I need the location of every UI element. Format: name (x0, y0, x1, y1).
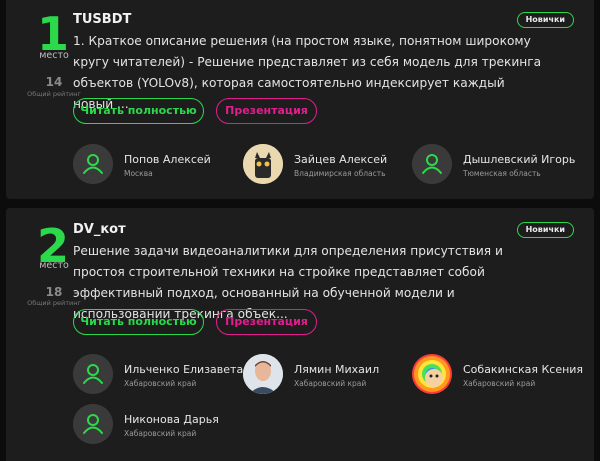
person-photo-avatar (243, 354, 283, 394)
team-name: DV_кот (73, 222, 126, 237)
user-placeholder-icon (73, 354, 113, 394)
member-name: Лямин Михаил (294, 363, 380, 376)
member-name: Попов Алексей (124, 153, 211, 166)
member-region: Владимирская область (294, 169, 386, 178)
read-full-button[interactable]: Читать полностью (73, 309, 204, 335)
solution-card: 2 место 18 Общий рейтинг DV_кот Новички … (6, 208, 594, 461)
member-region: Хабаровский край (124, 379, 197, 388)
member-name: Никонова Дарья (124, 413, 219, 426)
solution-card: 1 место 14 Общий рейтинг TUSBDT Новички … (6, 0, 594, 199)
member-name: Зайцев Алексей (294, 153, 388, 166)
member-region: Тюменская область (463, 169, 541, 178)
read-full-button[interactable]: Читать полностью (73, 98, 204, 124)
team-member[interactable]: Зайцев Алексей Владимирская область (243, 144, 403, 186)
team-member[interactable]: Дышлевский Игорь Тюменская область (412, 144, 582, 186)
user-placeholder-icon (73, 144, 113, 184)
user-placeholder-icon (73, 404, 113, 444)
member-region: Хабаровский край (463, 379, 536, 388)
team-member[interactable]: Никонова Дарья Хабаровский край (73, 404, 243, 446)
member-region: Москва (124, 169, 153, 178)
presentation-button[interactable]: Презентация (216, 309, 317, 335)
category-badge: Новички (516, 12, 574, 28)
member-name: Собакинская Ксения (463, 363, 584, 376)
team-member[interactable]: Попов Алексей Москва (73, 144, 233, 186)
member-name: Дышлевский Игорь (463, 153, 576, 166)
user-placeholder-icon (412, 144, 452, 184)
presentation-button[interactable]: Презентация (216, 98, 317, 124)
member-name: Ильченко Елизавета (124, 363, 244, 376)
cartoon-character-avatar (243, 144, 283, 184)
member-region: Хабаровский край (294, 379, 367, 388)
place-number: 1 (36, 7, 69, 61)
category-badge: Новички (516, 222, 574, 238)
team-member[interactable]: Ильченко Елизавета Хабаровский край (73, 354, 243, 396)
team-member[interactable]: Собакинская Ксения Хабаровский край (412, 354, 588, 396)
team-name: TUSBDT (73, 12, 132, 27)
rainbow-meme-avatar (412, 354, 452, 394)
member-region: Хабаровский край (124, 429, 197, 438)
team-member[interactable]: Лямин Михаил Хабаровский край (243, 354, 403, 396)
